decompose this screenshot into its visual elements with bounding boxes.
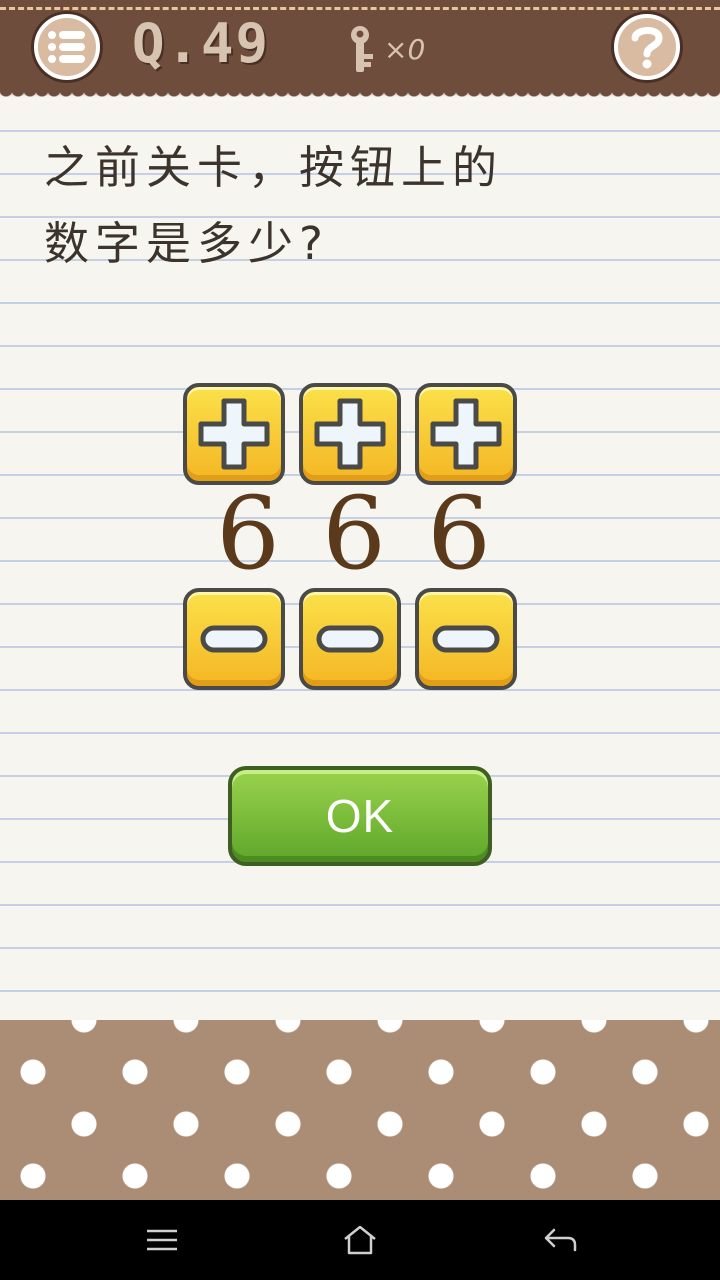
nav-menu-button[interactable] [142, 1220, 182, 1260]
help-button[interactable] [614, 14, 680, 80]
level-label: Q.49 [132, 12, 271, 75]
ok-button-label: OK [325, 790, 395, 842]
plus-icon [198, 398, 270, 470]
minus-button-2[interactable] [299, 588, 401, 690]
key-counter: ×0 [346, 24, 425, 74]
plus-icon [314, 398, 386, 470]
plus-icon [430, 398, 502, 470]
minus-icon [200, 625, 268, 653]
plus-button-1[interactable] [183, 383, 285, 485]
nav-back-icon [544, 1228, 577, 1252]
ok-button[interactable]: OK [228, 766, 492, 866]
plus-button-2[interactable] [299, 383, 401, 485]
digit-1: 6 [216, 475, 280, 592]
question-line-2: 数字是多少? [44, 217, 329, 270]
help-icon [631, 27, 663, 69]
plus-button-3[interactable] [415, 383, 517, 485]
key-icon [351, 26, 373, 72]
minus-icon [316, 625, 384, 653]
key-count: ×0 [384, 32, 426, 66]
menu-button[interactable] [34, 14, 100, 80]
android-nav-bar [0, 1200, 720, 1280]
minus-button-1[interactable] [183, 588, 285, 690]
nav-menu-icon [147, 1229, 177, 1251]
minus-button-3[interactable] [415, 588, 517, 690]
minus-icon [432, 625, 500, 653]
polka-dot-footer [0, 1020, 720, 1200]
nav-home-button[interactable] [340, 1220, 380, 1260]
digit-2: 6 [322, 475, 386, 592]
nav-back-button[interactable] [540, 1220, 580, 1260]
top-bar: Q.49 ×0 [0, 0, 720, 100]
digit-3: 6 [427, 475, 491, 592]
nav-home-icon [344, 1225, 376, 1255]
question-text: 之前关卡，按钮上的 数字是多少? [44, 130, 664, 282]
question-line-1: 之前关卡，按钮上的 [44, 141, 504, 194]
menu-list-icon [48, 31, 85, 63]
